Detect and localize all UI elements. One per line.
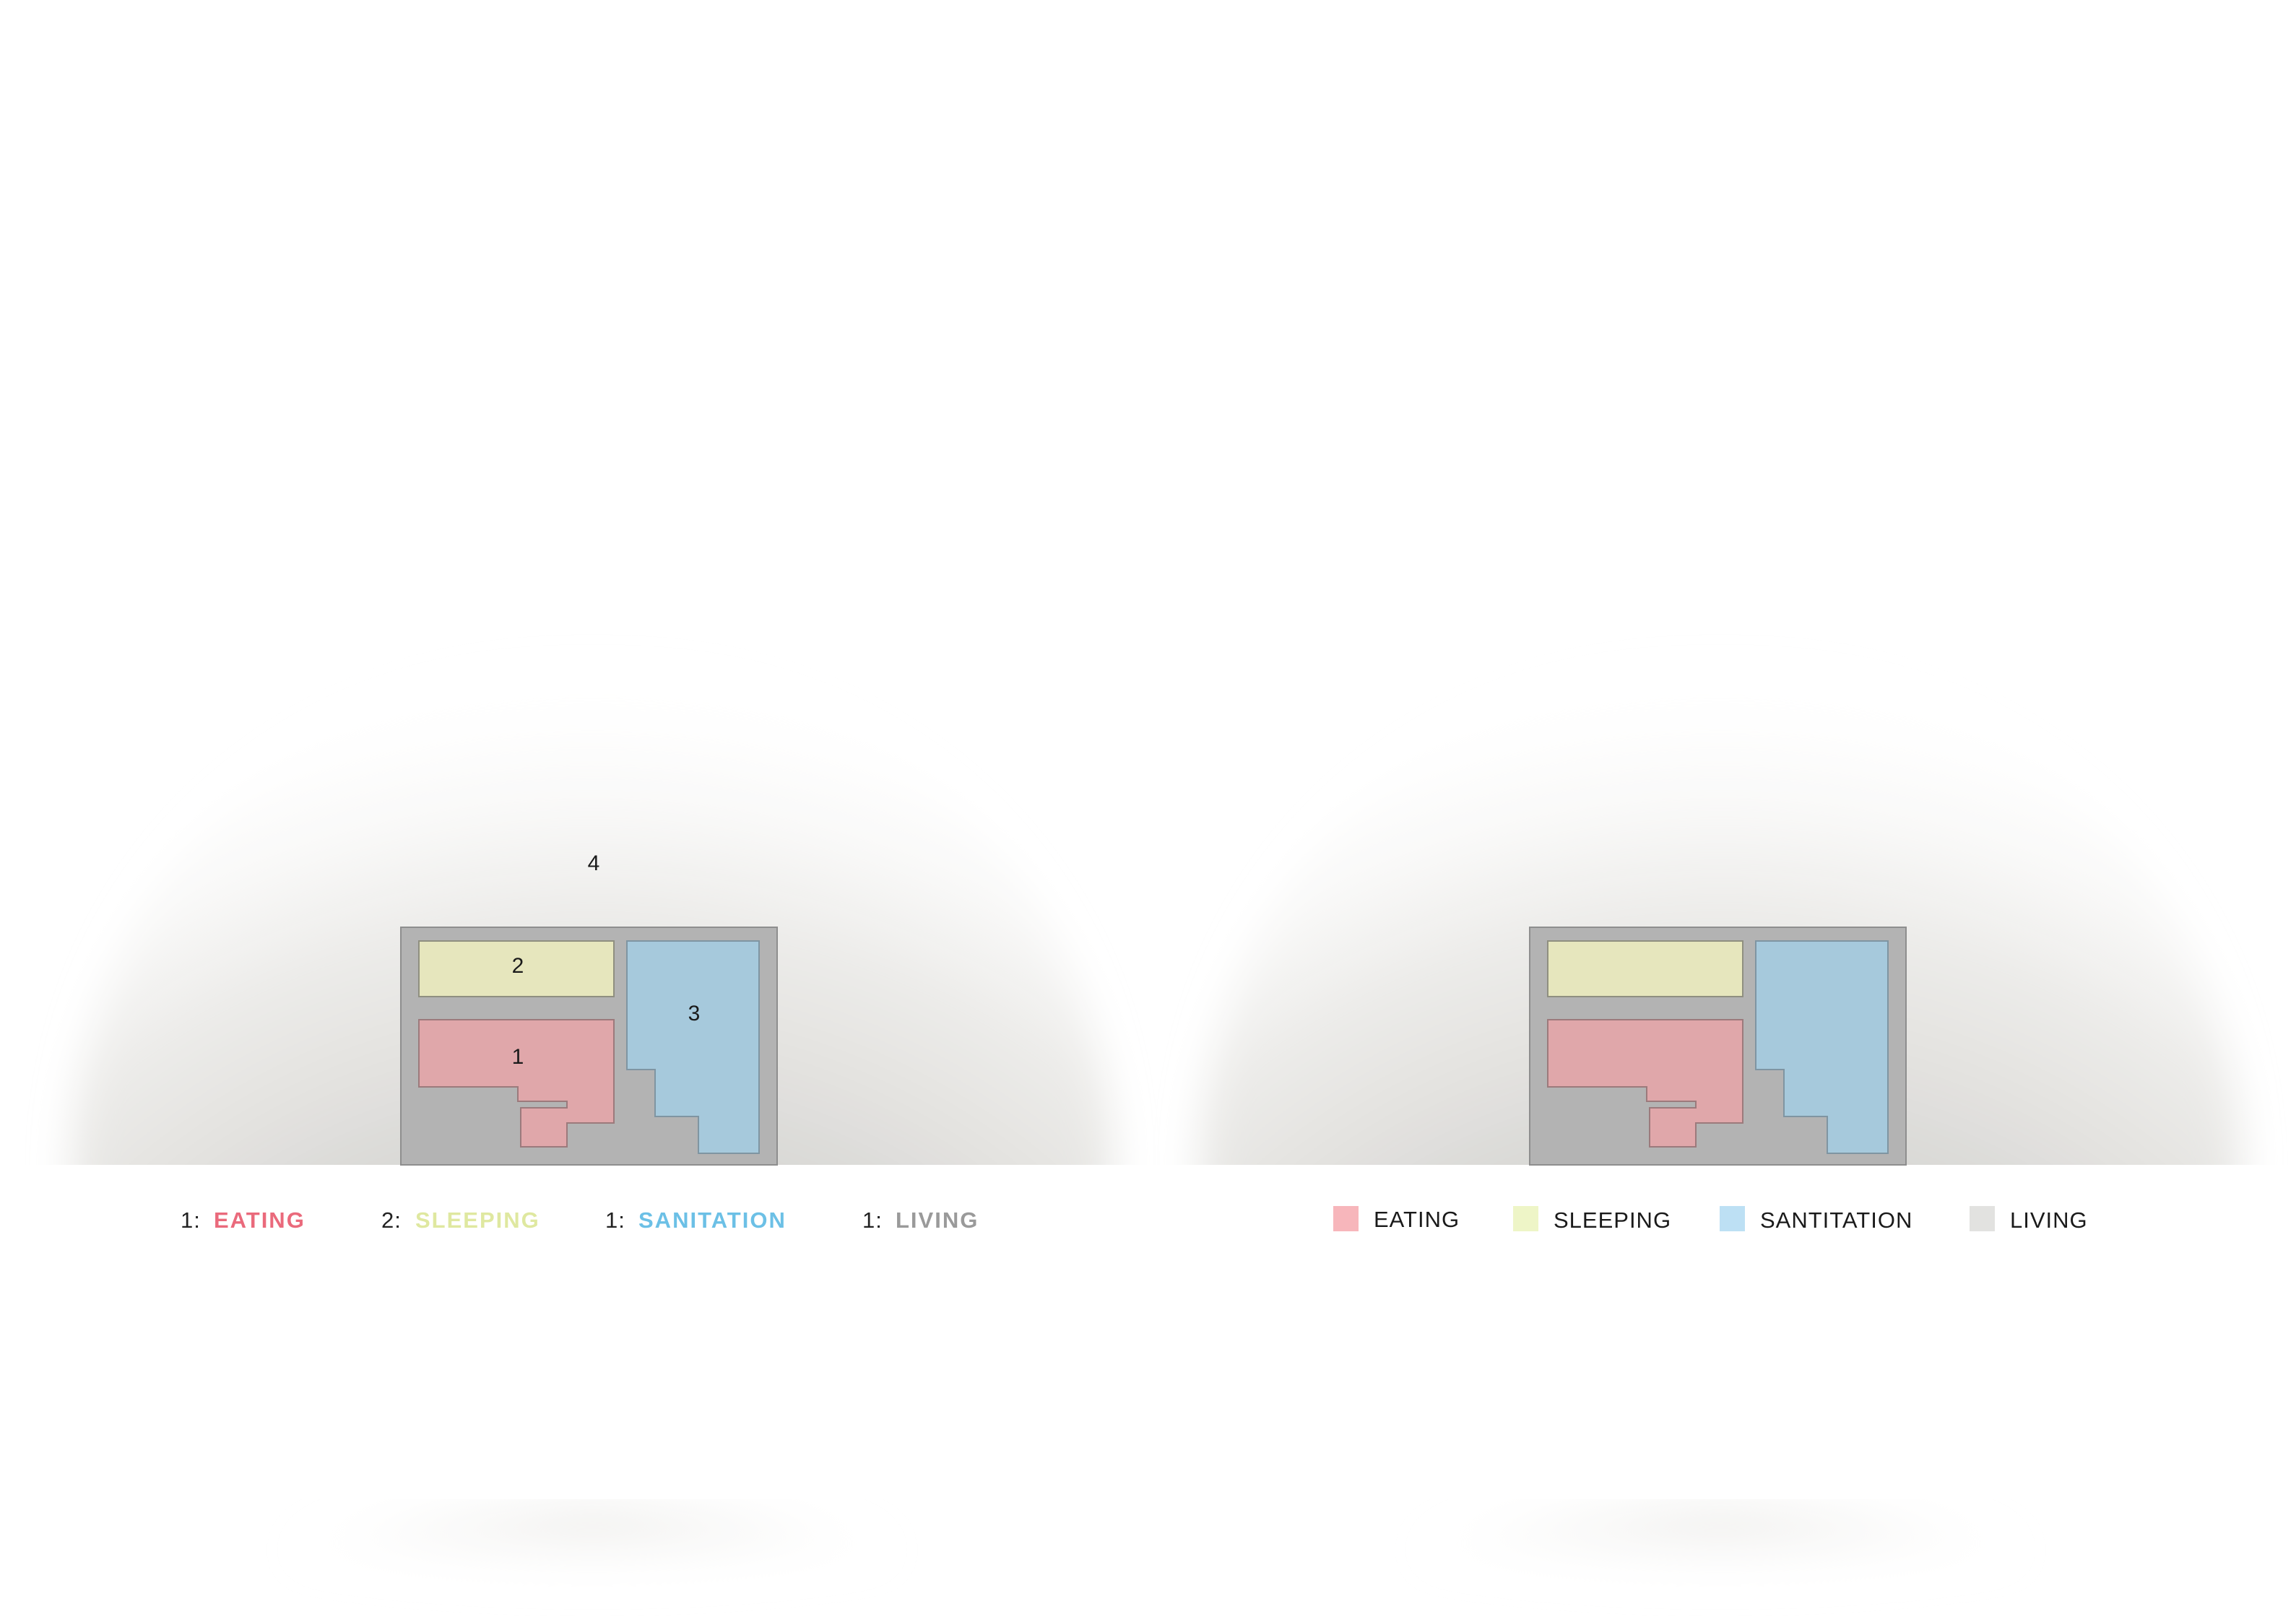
legend-living-name: LIVING (2010, 1207, 2088, 1233)
right-sleeping-room (1547, 940, 1743, 997)
right-ground-shadow (1417, 1509, 2024, 1610)
legend-sleeping-name: SLEEPING (1554, 1207, 1671, 1233)
label-eating: 1 (512, 1045, 524, 1069)
left-ground-shadow (289, 1509, 896, 1610)
legend-sleeping-label: SLEEPING (415, 1207, 540, 1233)
left-legend: 1: EATING 2: SLEEPING 1: SANITATION 1: L… (181, 1207, 979, 1233)
right-legend: EATING SLEEPING SANTITATION LIVING (1333, 1206, 2088, 1233)
label-living: 4 (588, 851, 600, 875)
legend-eating-swatch (1333, 1206, 1359, 1231)
legend-eating-count: 1: (181, 1207, 201, 1233)
legend-sanitation-swatch (1720, 1206, 1745, 1231)
legend-sanitation-label: SANITATION (638, 1207, 787, 1233)
legend-sleeping-swatch (1513, 1206, 1538, 1231)
left-diagram: 4 2 3 1 1: EATING 2: SLEEPING 1: SANITAT… (72, 661, 1112, 1610)
legend-living-label: LIVING (896, 1207, 979, 1233)
diagram-canvas: 4 2 3 1 1: EATING 2: SLEEPING 1: SANITAT… (0, 0, 2296, 1622)
legend-sleeping-count: 2: (381, 1207, 402, 1233)
label-sanitation: 3 (688, 1002, 701, 1025)
legend-living-count: 1: (862, 1207, 883, 1233)
label-sleeping: 2 (512, 954, 524, 978)
legend-living-swatch (1970, 1206, 1995, 1231)
right-diagram: EATING SLEEPING SANTITATION LIVING (1200, 661, 2240, 1610)
legend-sanitation-count: 1: (605, 1207, 625, 1233)
legend-sanitation-name: SANTITATION (1760, 1207, 1912, 1233)
legend-eating-name: EATING (1374, 1207, 1460, 1232)
legend-eating-label: EATING (214, 1207, 306, 1233)
diagram-svg: 4 2 3 1 1: EATING 2: SLEEPING 1: SANITAT… (72, 661, 2240, 1610)
